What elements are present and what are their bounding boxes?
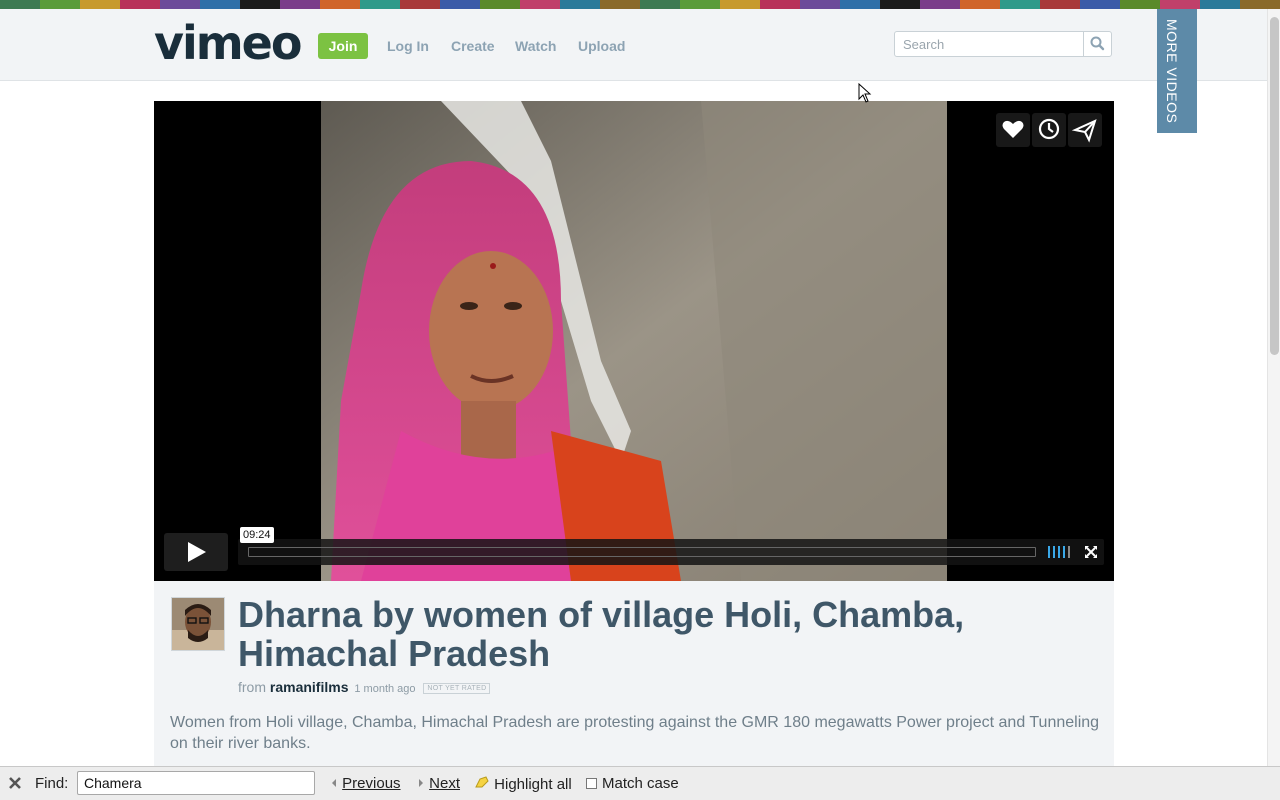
find-bar: Find: Previous Next Highlight all Match … (0, 766, 1280, 800)
find-previous-label: Previous (342, 775, 401, 792)
uploader-link[interactable]: ramanifilms (270, 679, 349, 695)
scrollbar-thumb[interactable] (1270, 17, 1279, 355)
from-label: from (238, 679, 266, 695)
avatar-image (172, 598, 224, 650)
volume-icon[interactable] (1048, 546, 1074, 558)
match-case-checkbox[interactable] (586, 778, 597, 789)
find-next-button[interactable]: Next (417, 775, 460, 792)
highlighter-icon (475, 776, 489, 788)
play-icon (188, 542, 206, 562)
player-controls: 09:24 (164, 527, 1104, 571)
fullscreen-icon[interactable] (1084, 545, 1098, 559)
video-meta: from ramanifilms 1 month ago NOT YET RAT… (238, 679, 491, 695)
find-label: Find: (35, 775, 69, 792)
video-title: Dharna by women of village Holi, Chamba,… (238, 594, 965, 674)
find-next-label: Next (429, 775, 461, 792)
page-scrollbar[interactable] (1267, 9, 1280, 766)
like-button[interactable] (996, 113, 1030, 147)
play-button[interactable] (164, 533, 228, 571)
search-input[interactable] (895, 32, 1083, 56)
highlight-all-button[interactable]: Highlight all (474, 775, 572, 793)
control-bar (238, 539, 1104, 565)
share-button[interactable] (1068, 113, 1102, 147)
video-player[interactable]: 09:24 (154, 101, 1114, 581)
video-still-image (321, 101, 947, 581)
rainbow-stripe (0, 0, 1280, 9)
find-input[interactable] (77, 771, 315, 795)
nav-upload-link[interactable]: Upload (578, 38, 625, 55)
vimeo-logo[interactable]: vimeo (154, 15, 302, 71)
video-info: Dharna by women of village Holi, Chamba,… (154, 581, 1114, 766)
uploader-avatar[interactable] (171, 597, 225, 651)
rating-badge: NOT YET RATED (423, 683, 491, 694)
match-case-label[interactable]: Match case (602, 775, 679, 792)
video-frame[interactable] (321, 101, 947, 581)
nav-create-link[interactable]: Create (451, 38, 495, 55)
find-previous-button[interactable]: Previous (330, 775, 401, 792)
arrow-right-icon (419, 779, 423, 787)
site-header: vimeo Join Log In Create Watch Upload (0, 9, 1280, 81)
join-button[interactable]: Join (318, 33, 368, 59)
search-box (894, 31, 1112, 57)
progress-track[interactable] (248, 547, 1036, 557)
time-tooltip: 09:24 (240, 527, 274, 543)
nav-login-link[interactable]: Log In (387, 38, 429, 55)
upload-date: 1 month ago (354, 683, 416, 695)
arrow-left-icon (332, 779, 336, 787)
nav-watch-link[interactable]: Watch (515, 38, 556, 55)
more-videos-tab[interactable]: MORE VIDEOS (1157, 9, 1197, 133)
video-description: Women from Holi village, Chamba, Himacha… (170, 714, 1100, 752)
search-button[interactable] (1083, 32, 1111, 56)
search-icon (1090, 36, 1105, 51)
watch-later-button[interactable] (1032, 113, 1066, 147)
send-icon (1071, 119, 1097, 143)
clock-icon (1038, 118, 1060, 140)
mouse-cursor-icon (858, 83, 872, 103)
highlight-all-label: Highlight all (494, 776, 572, 793)
close-icon[interactable] (8, 776, 22, 790)
heart-icon (1002, 120, 1024, 138)
more-videos-label: MORE VIDEOS (1164, 19, 1180, 124)
